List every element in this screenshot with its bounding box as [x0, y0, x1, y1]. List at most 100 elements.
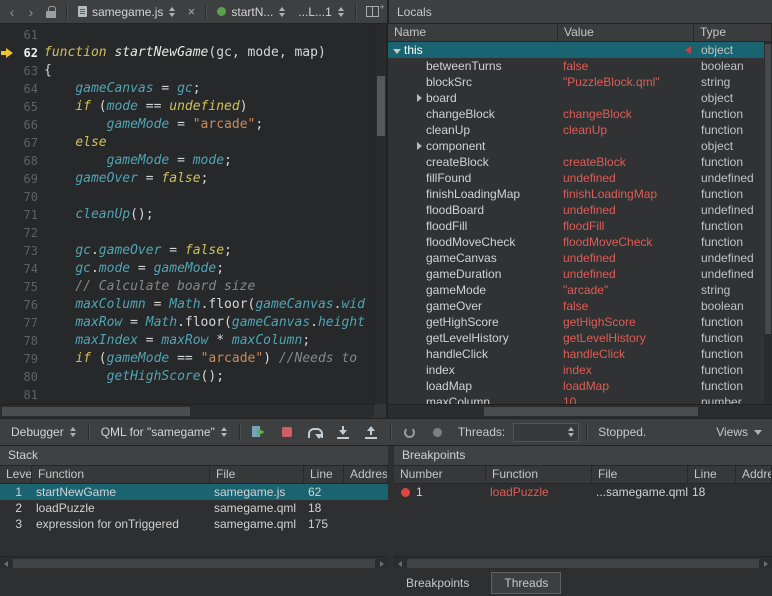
locals-row[interactable]: boardobject	[388, 90, 764, 106]
column-header[interactable]: Line	[688, 466, 736, 483]
locals-row[interactable]: indexindexfunction	[388, 362, 764, 378]
locals-row[interactable]: getHighScoregetHighScorefunction	[388, 314, 764, 330]
editor-line[interactable]: 63{	[0, 62, 374, 80]
column-header[interactable]: Number	[394, 466, 486, 483]
editor-line[interactable]: 64 gameCanvas = gc;	[0, 80, 374, 98]
column-header[interactable]: Address	[344, 466, 388, 483]
stack-row[interactable]: 2loadPuzzlesamegame.qml18	[0, 500, 388, 516]
column-header[interactable]: Value	[558, 24, 694, 41]
step-out-button[interactable]	[359, 421, 383, 443]
locals-row[interactable]: handleClickhandleClickfunction	[388, 346, 764, 362]
column-header[interactable]: File	[210, 466, 304, 483]
editor-line[interactable]: 80 getHighScore();	[0, 368, 374, 386]
split-editor-icon[interactable]	[366, 6, 379, 17]
column-header[interactable]: Address	[736, 466, 772, 483]
editor-line[interactable]: 71 cleanUp();	[0, 206, 374, 224]
locals-row[interactable]: betweenTurnsfalseboolean	[388, 58, 764, 74]
line-combo[interactable]: ...L...1	[293, 2, 348, 22]
editor-line[interactable]: 79 if (gameMode == "arcade") //Needs to	[0, 350, 374, 368]
editor-line[interactable]: 66 gameMode = "arcade";	[0, 116, 374, 134]
locals-row[interactable]: floodFillfloodFillfunction	[388, 218, 764, 234]
locals-row[interactable]: cleanUpcleanUpfunction	[388, 122, 764, 138]
locals-row[interactable]: getLevelHistorygetLevelHistoryfunction	[388, 330, 764, 346]
stack-row[interactable]: 3expression for onTriggeredsamegame.qml1…	[0, 516, 388, 532]
editor-line[interactable]: 70	[0, 188, 374, 206]
breakpoint-margin[interactable]	[0, 314, 16, 332]
locals-row[interactable]: gameCanvasundefinedundefined	[388, 250, 764, 266]
breakpoint-margin[interactable]	[0, 170, 16, 188]
breakpoint-row[interactable]: 1loadPuzzle...samegame.qml18	[394, 484, 772, 500]
locals-row[interactable]: componentobject	[388, 138, 764, 154]
column-header[interactable]: File	[592, 466, 688, 483]
scrollbar-thumb[interactable]	[484, 407, 698, 416]
editor-line[interactable]: 73 gc.gameOver = false;	[0, 242, 374, 260]
locals-row[interactable]: fillFoundundefinedundefined	[388, 170, 764, 186]
scroll-right-icon[interactable]	[764, 561, 768, 567]
tab-threads[interactable]: Threads	[491, 572, 561, 594]
breakpoint-margin[interactable]	[0, 80, 16, 98]
locals-row[interactable]: floodMoveCheckfloodMoveCheckfunction	[388, 234, 764, 250]
editor-line[interactable]: 76 maxColumn = Math.floor(gameCanvas.wid	[0, 296, 374, 314]
close-document-button[interactable]: ×	[183, 4, 199, 19]
scrollbar-thumb[interactable]	[13, 559, 375, 568]
forward-icon[interactable]: ›	[23, 1, 39, 23]
breakpoint-margin[interactable]	[0, 350, 16, 368]
debugger-perspective-combo[interactable]: Debugger	[6, 422, 81, 442]
expander-icon[interactable]	[390, 42, 404, 58]
breakpoint-margin[interactable]	[0, 278, 16, 296]
scroll-left-icon[interactable]	[398, 561, 402, 567]
threads-combo[interactable]	[513, 423, 579, 442]
stack-row[interactable]: 1startNewGamesamegame.js62	[0, 484, 388, 500]
locals-vertical-scrollbar[interactable]	[764, 42, 772, 404]
locals-row[interactable]: createBlockcreateBlockfunction	[388, 154, 764, 170]
expander-icon[interactable]	[412, 138, 426, 154]
editor-line[interactable]: 75 // Calculate board size	[0, 278, 374, 296]
locals-row[interactable]: gameMode"arcade"string	[388, 282, 764, 298]
editor-line[interactable]: 72	[0, 224, 374, 242]
breakpoint-margin[interactable]	[0, 62, 16, 80]
scroll-left-icon[interactable]	[4, 561, 8, 567]
open-document-combo[interactable]: samegame.js	[73, 2, 180, 22]
locals-row[interactable]: thisobject	[388, 42, 764, 58]
scrollbar-thumb[interactable]	[377, 76, 385, 136]
breakpoints-horizontal-scrollbar[interactable]	[394, 556, 772, 569]
editor-line[interactable]: 78 maxIndex = maxRow * maxColumn;	[0, 332, 374, 350]
views-menu-button[interactable]: Views	[716, 425, 766, 439]
scrollbar-thumb[interactable]	[765, 44, 771, 334]
scrollbar-thumb[interactable]	[2, 407, 190, 416]
column-header[interactable]: Level	[0, 466, 32, 483]
editor-line[interactable]: 77 maxRow = Math.floor(gameCanvas.height	[0, 314, 374, 332]
locals-row[interactable]: maxColumn10number	[388, 394, 764, 404]
breakpoint-margin[interactable]	[0, 368, 16, 386]
editor-line[interactable]: 65 if (mode == undefined)	[0, 98, 374, 116]
editor-line[interactable]: 74 gc.mode = gameMode;	[0, 260, 374, 278]
breakpoint-margin[interactable]	[0, 98, 16, 116]
stack-horizontal-scrollbar[interactable]	[0, 556, 388, 569]
locals-row[interactable]: changeBlockchangeBlockfunction	[388, 106, 764, 122]
editor-line[interactable]: 69 gameOver = false;	[0, 170, 374, 188]
lock-icon[interactable]	[46, 11, 56, 18]
tab-breakpoints[interactable]: Breakpoints	[394, 572, 481, 594]
editor-vertical-scrollbar[interactable]	[374, 24, 386, 404]
column-header[interactable]: Function	[32, 466, 210, 483]
restart-button[interactable]	[398, 421, 422, 443]
column-header[interactable]: Function	[486, 466, 592, 483]
editor-line[interactable]: 61	[0, 26, 374, 44]
locals-row[interactable]: gameOverfalseboolean	[388, 298, 764, 314]
record-button[interactable]	[426, 421, 450, 443]
locals-row[interactable]: floodBoardundefinedundefined	[388, 202, 764, 218]
scrollbar-thumb[interactable]	[407, 559, 759, 568]
expander-icon[interactable]	[412, 90, 426, 106]
breakpoint-margin[interactable]	[0, 296, 16, 314]
editor-line[interactable]: 81	[0, 386, 374, 404]
debug-target-combo[interactable]: QML for "samegame"	[96, 422, 232, 442]
locals-horizontal-scrollbar[interactable]	[388, 404, 772, 418]
editor-horizontal-scrollbar[interactable]	[0, 404, 386, 418]
breakpoint-margin[interactable]	[0, 152, 16, 170]
locals-row[interactable]: finishLoadingMapfinishLoadingMapfunction	[388, 186, 764, 202]
breakpoint-margin[interactable]	[0, 116, 16, 134]
editor-line[interactable]: 62function startNewGame(gc, mode, map)	[0, 44, 374, 62]
breakpoint-margin[interactable]	[0, 260, 16, 278]
symbol-combo[interactable]: startN...	[212, 2, 290, 22]
breakpoint-margin[interactable]	[0, 134, 16, 152]
